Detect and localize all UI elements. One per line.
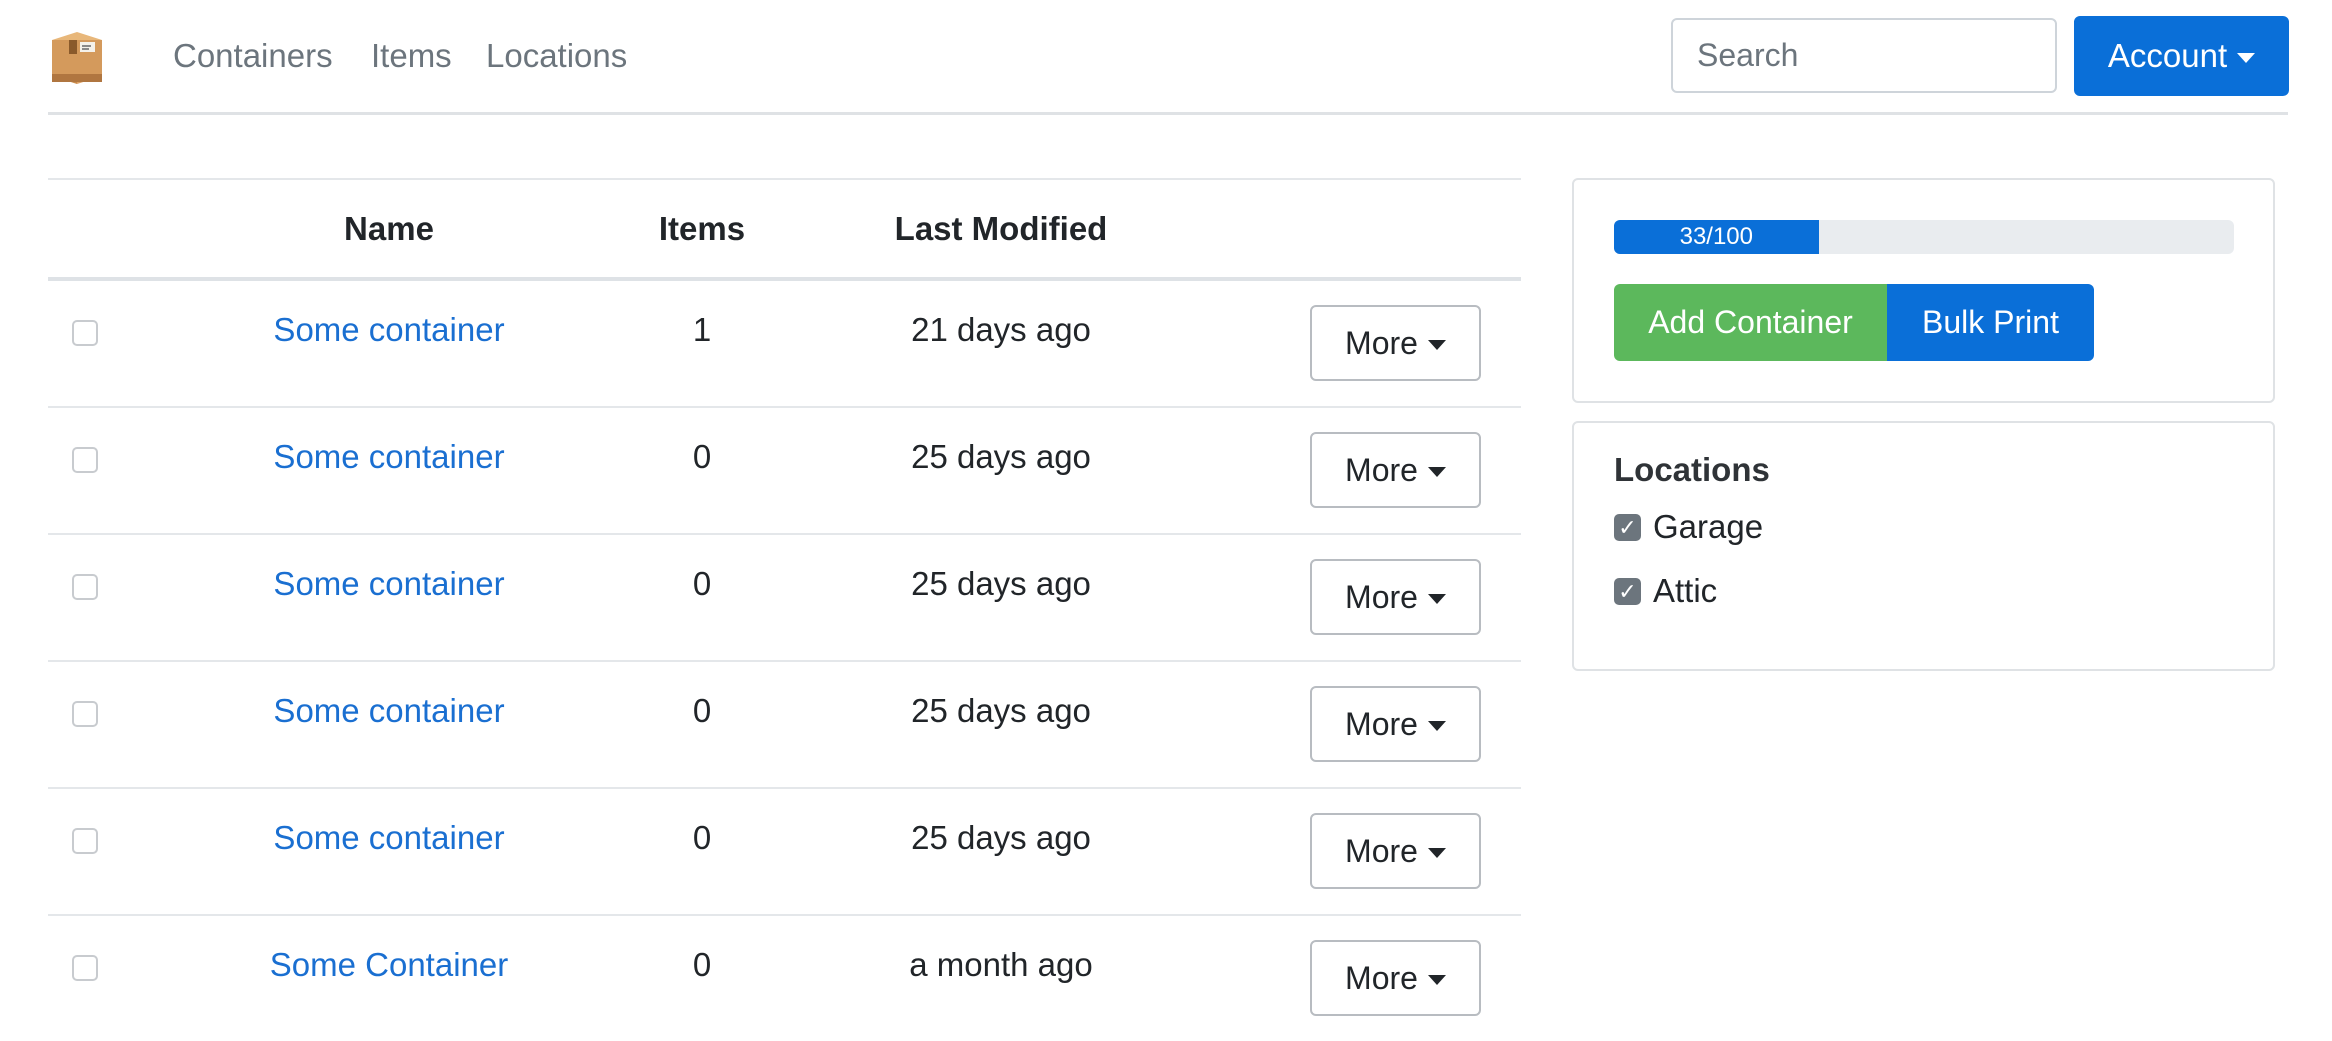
container-name-link[interactable]: Some container [273,565,504,603]
more-button-label: More [1345,832,1418,869]
account-button-label: Account [2107,37,2228,74]
add-container-button[interactable]: Add Container [1614,284,1887,361]
last-modified: 21 days ago [911,311,1091,348]
more-button-label: More [1345,959,1418,996]
location-filter-garage[interactable]: ✓ Garage [1614,508,1763,546]
item-count: 0 [692,565,712,602]
last-modified: 25 days ago [911,692,1091,729]
checkbox-checked-icon[interactable]: ✓ [1614,577,1641,605]
actions-panel: 33/100 Add Container Bulk Print [1572,178,2275,403]
location-label: Attic [1653,572,1718,609]
row-select-checkbox[interactable] [72,447,98,473]
table-row: Some container 0 25 days ago More [48,535,1521,662]
more-dropdown-button[interactable]: More [1310,432,1481,508]
navbar: Containers Items Locations Account [48,0,2289,115]
chevron-down-icon [1427,975,1446,985]
row-select-checkbox[interactable] [72,320,98,346]
location-label: Garage [1653,508,1764,545]
column-header-name[interactable]: Name [344,210,434,248]
more-button-label: More [1345,451,1418,488]
table-header: Name Items Last Modified [48,178,1521,281]
chevron-down-icon [1427,340,1446,350]
more-dropdown-button[interactable]: More [1310,813,1481,889]
locations-filter-panel: Locations ✓ Garage ✓ Attic [1572,421,2275,671]
capacity-progress-bar: 33/100 [1614,220,2234,254]
container-name-link[interactable]: Some Container [270,946,508,984]
bulk-print-button[interactable]: Bulk Print [1887,284,2094,361]
checkbox-checked-icon[interactable]: ✓ [1614,513,1641,541]
action-button-group: Add Container Bulk Print [1614,284,2094,361]
location-filter-attic[interactable]: ✓ Attic [1614,572,1717,610]
row-select-checkbox[interactable] [72,955,98,981]
container-name-link[interactable]: Some container [273,311,504,349]
box-icon[interactable] [48,30,106,86]
table-row: Some container 0 25 days ago More [48,408,1521,535]
item-count: 0 [692,692,712,729]
progress-label: 33/100 [1679,223,1753,250]
account-dropdown-button[interactable]: Account [2074,16,2289,96]
chevron-down-icon [1427,848,1446,858]
more-button-label: More [1345,578,1418,615]
search-input[interactable] [1671,18,2057,93]
chevron-down-icon [1427,594,1446,604]
table-row: Some Container 0 a month ago More [48,916,1521,1041]
item-count: 1 [692,311,712,348]
more-button-label: More [1345,705,1418,742]
row-select-checkbox[interactable] [72,828,98,854]
column-header-items[interactable]: Items [659,210,745,248]
nav-link-containers[interactable]: Containers [173,34,333,78]
nav-link-locations[interactable]: Locations [486,34,627,78]
container-name-link[interactable]: Some container [273,692,504,730]
more-dropdown-button[interactable]: More [1310,559,1481,635]
container-name-link[interactable]: Some container [273,819,504,857]
chevron-down-icon [2237,53,2256,63]
item-count: 0 [692,438,712,475]
table-row: Some container 0 25 days ago More [48,789,1521,916]
item-count: 0 [692,819,712,856]
row-select-checkbox[interactable] [72,574,98,600]
more-dropdown-button[interactable]: More [1310,940,1481,1016]
last-modified: 25 days ago [911,438,1091,475]
last-modified: 25 days ago [911,819,1091,856]
container-name-link[interactable]: Some container [273,438,504,476]
nav-link-items[interactable]: Items [371,34,452,78]
locations-title: Locations [1614,451,1770,488]
containers-table: Name Items Last Modified Some container … [48,178,1521,1041]
progress-fill: 33/100 [1614,220,1819,254]
last-modified: 25 days ago [911,565,1091,602]
more-dropdown-button[interactable]: More [1310,305,1481,381]
table-row: Some container 1 21 days ago More [48,281,1521,408]
more-dropdown-button[interactable]: More [1310,686,1481,762]
more-button-label: More [1345,324,1418,361]
chevron-down-icon [1427,721,1446,731]
row-select-checkbox[interactable] [72,701,98,727]
column-header-last-modified[interactable]: Last Modified [895,210,1108,248]
table-row: Some container 0 25 days ago More [48,662,1521,789]
chevron-down-icon [1427,467,1446,477]
last-modified: a month ago [909,946,1093,983]
item-count: 0 [692,946,712,983]
